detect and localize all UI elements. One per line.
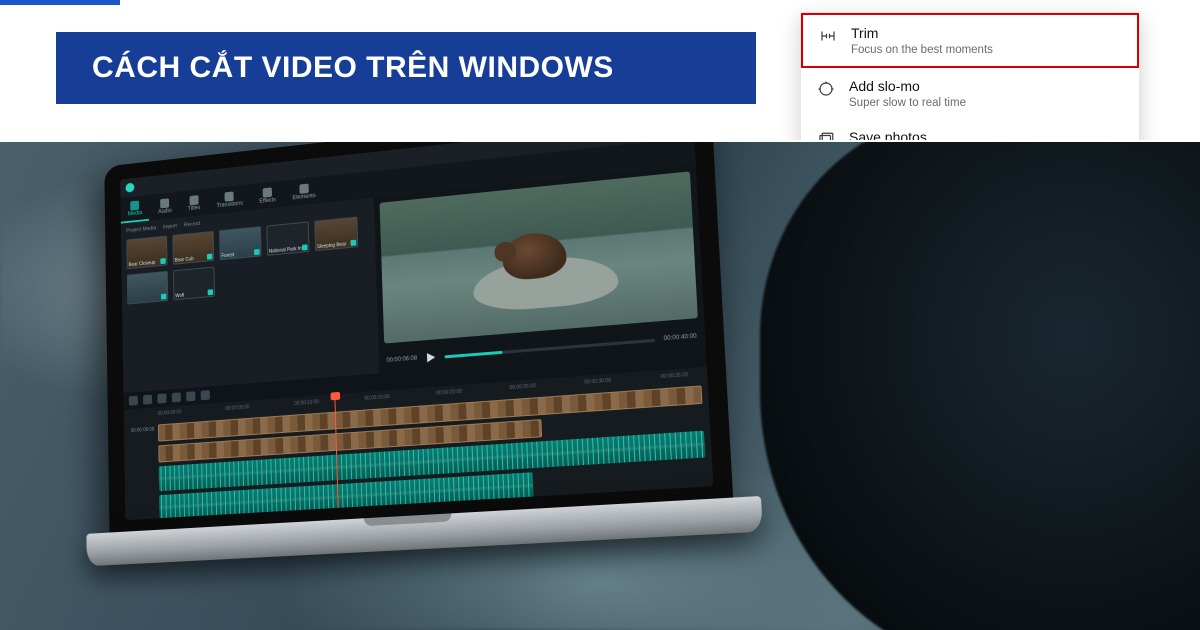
menu-item-title: Trim — [851, 25, 1123, 42]
tab-titles[interactable]: Titles — [180, 189, 207, 218]
tab-label: Audio — [158, 208, 172, 215]
preview-time: 00:00:06:08 — [386, 356, 417, 364]
media-thumb[interactable]: Bear Closeup — [126, 236, 167, 270]
preview-panel: 00:00:06:08 00:00:40:00 — [374, 165, 706, 374]
tab-media[interactable]: Media — [120, 195, 149, 224]
media-subtab[interactable]: Record — [184, 221, 200, 228]
ruler-tick: 00:00:15:00 — [364, 394, 390, 406]
menu-item-sub: Focus on the best moments — [851, 44, 1123, 56]
preview-duration: 00:00:40:00 — [664, 334, 697, 343]
tab-effects[interactable]: Effects — [252, 181, 284, 211]
slomo-icon — [815, 78, 837, 100]
laptop-screen-bezel: EXPORT Media Audio Titles Transitions Ef… — [104, 140, 733, 540]
tab-label: Media — [128, 210, 142, 217]
media-thumb[interactable]: National Park Intro — [266, 221, 309, 255]
tab-label: Transitions — [216, 200, 242, 208]
thumb-label: Bear Cub — [175, 256, 194, 263]
media-thumb[interactable]: Forest — [219, 226, 262, 260]
media-subtab[interactable]: Project Media — [126, 226, 156, 235]
media-panel: Project Media Import Record Bear Closeup… — [121, 198, 379, 393]
tool-icon[interactable] — [129, 396, 138, 406]
menu-item-trim[interactable]: Trim Focus on the best moments — [801, 13, 1139, 68]
title-banner: CÁCH CẮT VIDEO TRÊN WINDOWS — [56, 32, 756, 104]
media-thumb[interactable]: Sleeping Bear — [314, 217, 358, 252]
person-silhouette — [760, 140, 1200, 630]
menu-item-slomo[interactable]: Add slo-mo Super slow to real time — [801, 68, 1139, 119]
media-subtab[interactable]: Import — [163, 223, 177, 230]
tool-icon[interactable] — [201, 390, 210, 400]
thumb-label: Bear Closeup — [128, 260, 155, 268]
laptop: EXPORT Media Audio Titles Transitions Ef… — [104, 140, 736, 579]
preview-frame[interactable] — [379, 171, 697, 343]
thumb-label: National Park Intro — [269, 245, 307, 254]
tab-label: Titles — [188, 205, 201, 212]
thumb-label: Wolf — [175, 293, 184, 299]
ruler-tick: 00:00:25:00 — [509, 383, 536, 395]
media-thumb[interactable] — [127, 271, 168, 305]
tool-icon[interactable] — [186, 391, 195, 401]
ruler-tick: 00:00:20:00 — [436, 389, 462, 401]
trim-icon — [817, 25, 839, 47]
track-time-label: 00:00:06:08 — [128, 427, 155, 435]
accent-bar — [0, 0, 120, 5]
ruler-tick: 00:00:35:00 — [661, 372, 689, 384]
ruler-tick: 00:00:05:00 — [225, 404, 249, 415]
tab-label: Effects — [259, 197, 276, 204]
thumb-label: Forest — [221, 252, 234, 259]
menu-item-sub: Super slow to real time — [849, 97, 1125, 109]
tool-icon[interactable] — [172, 392, 181, 402]
tab-elements[interactable]: Elements — [285, 176, 324, 206]
menu-item-title: Add slo-mo — [849, 78, 1125, 95]
play-button-icon[interactable] — [425, 351, 437, 364]
media-thumb[interactable]: Wolf — [173, 266, 215, 300]
media-thumb[interactable]: Bear Cub — [172, 231, 214, 265]
tool-icon[interactable] — [143, 395, 152, 405]
tab-audio[interactable]: Audio — [151, 192, 179, 221]
menu-item-text: Add slo-mo Super slow to real time — [849, 78, 1125, 109]
app-logo-icon — [125, 183, 134, 193]
video-editor-app: EXPORT Media Audio Titles Transitions Ef… — [120, 140, 713, 520]
page-root: CÁCH CẮT VIDEO TRÊN WINDOWS Trim Focus o… — [0, 0, 1200, 630]
hero-background: EXPORT Media Audio Titles Transitions Ef… — [0, 140, 1200, 630]
ruler-tick: 00:00:30:00 — [584, 378, 611, 390]
tool-icon[interactable] — [157, 393, 166, 403]
page-title: CÁCH CẮT VIDEO TRÊN WINDOWS — [92, 51, 614, 85]
tab-label: Elements — [292, 193, 315, 201]
menu-item-text: Trim Focus on the best moments — [851, 25, 1123, 56]
ruler-tick: 00:00:00:00 — [158, 409, 182, 420]
ruler-tick: 00:00:10:00 — [294, 399, 319, 411]
thumb-label: Sleeping Bear — [317, 242, 347, 251]
